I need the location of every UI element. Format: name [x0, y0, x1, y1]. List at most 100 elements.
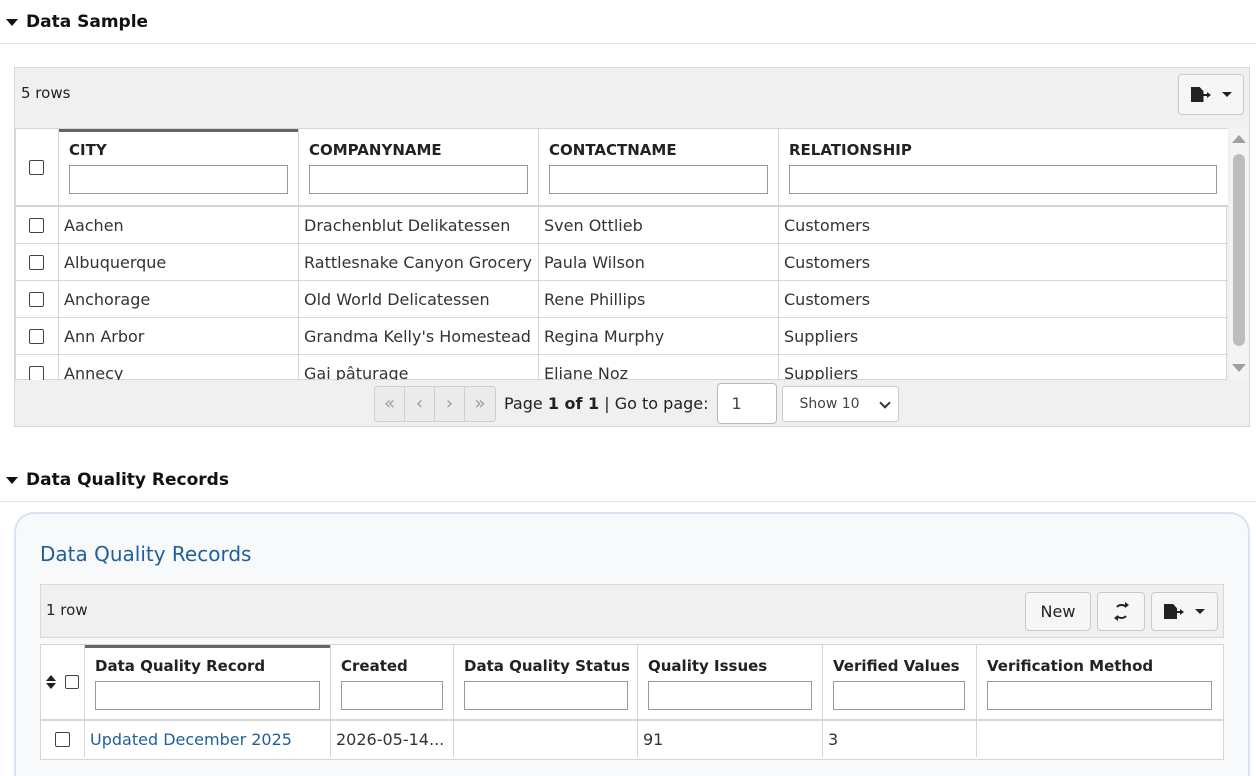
section-title: Data Sample	[26, 11, 149, 32]
collapse-caret-icon[interactable]	[6, 476, 18, 484]
dq-status-filter-input[interactable]	[464, 681, 628, 710]
column-label: Data Quality Record	[95, 657, 266, 675]
column-header-city[interactable]: CITY	[59, 129, 299, 206]
sort-icon[interactable]	[46, 675, 56, 689]
select-all-checkbox[interactable]	[65, 675, 79, 689]
next-page-icon[interactable]: ›	[435, 386, 465, 421]
column-header-contactname[interactable]: CONTACTNAME	[539, 129, 779, 206]
row-checkbox[interactable]	[55, 732, 70, 747]
cell-contactname: Paula Wilson	[539, 244, 779, 280]
data-sample-grid: CITY COMPANYNAME CONTACTNAME RELATIONSHI…	[15, 128, 1228, 380]
contactname-filter-input[interactable]	[549, 165, 768, 194]
table-row[interactable]: Annecy Gai pâturage Eliane Noz Suppliers	[16, 354, 1228, 380]
cell-relationship: Customers	[784, 289, 871, 309]
column-label: CITY	[69, 141, 107, 159]
scroll-up-arrow-icon[interactable]	[1232, 135, 1246, 143]
vertical-scrollbar[interactable]	[1230, 128, 1248, 380]
refresh-button[interactable]	[1097, 592, 1145, 631]
dq-toolbar: 1 row New	[40, 584, 1224, 638]
column-header-dq-status[interactable]: Data Quality Status	[454, 645, 638, 720]
column-header-verified-values[interactable]: Verified Values	[823, 645, 977, 720]
header-select-cell	[41, 645, 85, 720]
data-sample-section-header[interactable]: Data Sample	[0, 0, 1256, 44]
verified-values-filter-input[interactable]	[833, 681, 965, 710]
row-checkbox[interactable]	[29, 366, 44, 380]
collapse-caret-icon[interactable]	[6, 18, 18, 26]
cell-city: Annecy	[59, 355, 299, 380]
table-row[interactable]: Aachen Drachenblut Delikatessen Sven Ott…	[16, 206, 1228, 243]
cell-contactname: Regina Murphy	[539, 318, 779, 354]
table-row[interactable]: Updated December 2025 2026-05-14... 91 3	[41, 720, 1223, 757]
select-all-checkbox[interactable]	[29, 160, 44, 175]
city-filter-input[interactable]	[69, 165, 288, 194]
export-icon	[1190, 87, 1214, 102]
cell-verified-values: 3	[823, 721, 977, 757]
scroll-thumb[interactable]	[1233, 154, 1245, 346]
created-filter-input[interactable]	[341, 681, 443, 710]
column-header-created[interactable]: Created	[331, 645, 454, 720]
cell-contactname: Rene Phillips	[539, 281, 779, 317]
table-row[interactable]: Ann Arbor Grandma Kelly's Homestead Regi…	[16, 317, 1228, 354]
column-label: Data Quality Status	[464, 657, 630, 675]
page-size-select[interactable]: Show 10	[781, 385, 899, 422]
column-label: CONTACTNAME	[549, 141, 677, 159]
pagination: « ‹ › » Page 1 of 1 | Go to page: Show 1…	[374, 383, 899, 424]
column-header-quality-issues[interactable]: Quality Issues	[638, 645, 823, 720]
companyname-filter-input[interactable]	[309, 165, 528, 194]
cell-city: Anchorage	[59, 281, 299, 317]
row-checkbox[interactable]	[29, 329, 44, 344]
cell-contactname: Eliane Noz	[539, 355, 779, 380]
dq-record-link[interactable]: Updated December 2025	[85, 721, 331, 757]
chevron-down-icon	[878, 396, 891, 409]
verification-method-filter-input[interactable]	[987, 681, 1212, 710]
export-button[interactable]	[1151, 592, 1218, 631]
dq-record-filter-input[interactable]	[95, 681, 320, 710]
cell-city: Aachen	[59, 207, 299, 243]
cell-companyname: Rattlesnake Canyon Grocery	[299, 244, 539, 280]
first-page-icon[interactable]: «	[375, 386, 405, 421]
column-label: Verified Values	[833, 657, 960, 675]
new-button[interactable]: New	[1025, 592, 1091, 631]
last-page-icon[interactable]: »	[465, 387, 495, 421]
section-title: Data Quality Records	[26, 469, 229, 490]
previous-page-icon[interactable]: ‹	[405, 386, 435, 421]
cell-relationship: Customers	[784, 215, 871, 235]
column-label: Verification Method	[987, 657, 1154, 675]
cell-city: Albuquerque	[59, 244, 299, 280]
dq-grid: Data Quality Record Created Data Quality…	[40, 644, 1224, 760]
table-row[interactable]: Albuquerque Rattlesnake Canyon Grocery P…	[16, 243, 1228, 280]
goto-label: | Go to page:	[604, 394, 709, 413]
page-indicator: Page 1 of 1 | Go to page:	[504, 394, 709, 413]
column-label: Created	[341, 657, 408, 675]
dropdown-caret-icon	[1221, 92, 1232, 97]
cell-relationship: Suppliers	[784, 326, 859, 346]
export-button[interactable]	[1178, 74, 1244, 115]
scroll-down-arrow-icon[interactable]	[1232, 364, 1246, 372]
data-sample-panel: 5 rows CITY COMPANYNAME CONTACTNAME RELA…	[14, 67, 1250, 427]
cell-city: Ann Arbor	[59, 318, 299, 354]
column-header-companyname[interactable]: COMPANYNAME	[299, 129, 539, 206]
card-title: Data Quality Records	[40, 542, 252, 566]
goto-page-input[interactable]	[716, 383, 777, 424]
header-select-cell	[16, 129, 59, 206]
cell-quality-issues: 91	[638, 721, 823, 757]
dropdown-caret-icon	[1195, 609, 1205, 614]
column-header-relationship[interactable]: RELATIONSHIP	[779, 129, 1228, 206]
row-checkbox[interactable]	[29, 255, 44, 270]
page-size-value: Show 10	[799, 395, 860, 412]
dq-section-header[interactable]: Data Quality Records	[0, 458, 1256, 502]
quality-issues-filter-input[interactable]	[648, 681, 812, 710]
export-icon	[1164, 604, 1187, 619]
pager-buttons: « ‹ › »	[374, 385, 496, 422]
sorted-indicator	[85, 645, 330, 648]
cell-created: 2026-05-14...	[331, 721, 454, 757]
cell-companyname: Grandma Kelly's Homestead	[299, 318, 539, 354]
row-checkbox[interactable]	[29, 292, 44, 307]
row-count: 5 rows	[21, 84, 71, 102]
relationship-filter-input[interactable]	[789, 165, 1217, 194]
table-row[interactable]: Anchorage Old World Delicatessen Rene Ph…	[16, 280, 1228, 317]
column-header-verification-method[interactable]: Verification Method	[977, 645, 1223, 720]
column-header-dq-record[interactable]: Data Quality Record	[85, 645, 331, 720]
row-checkbox[interactable]	[29, 218, 44, 233]
column-label: Quality Issues	[648, 657, 768, 675]
